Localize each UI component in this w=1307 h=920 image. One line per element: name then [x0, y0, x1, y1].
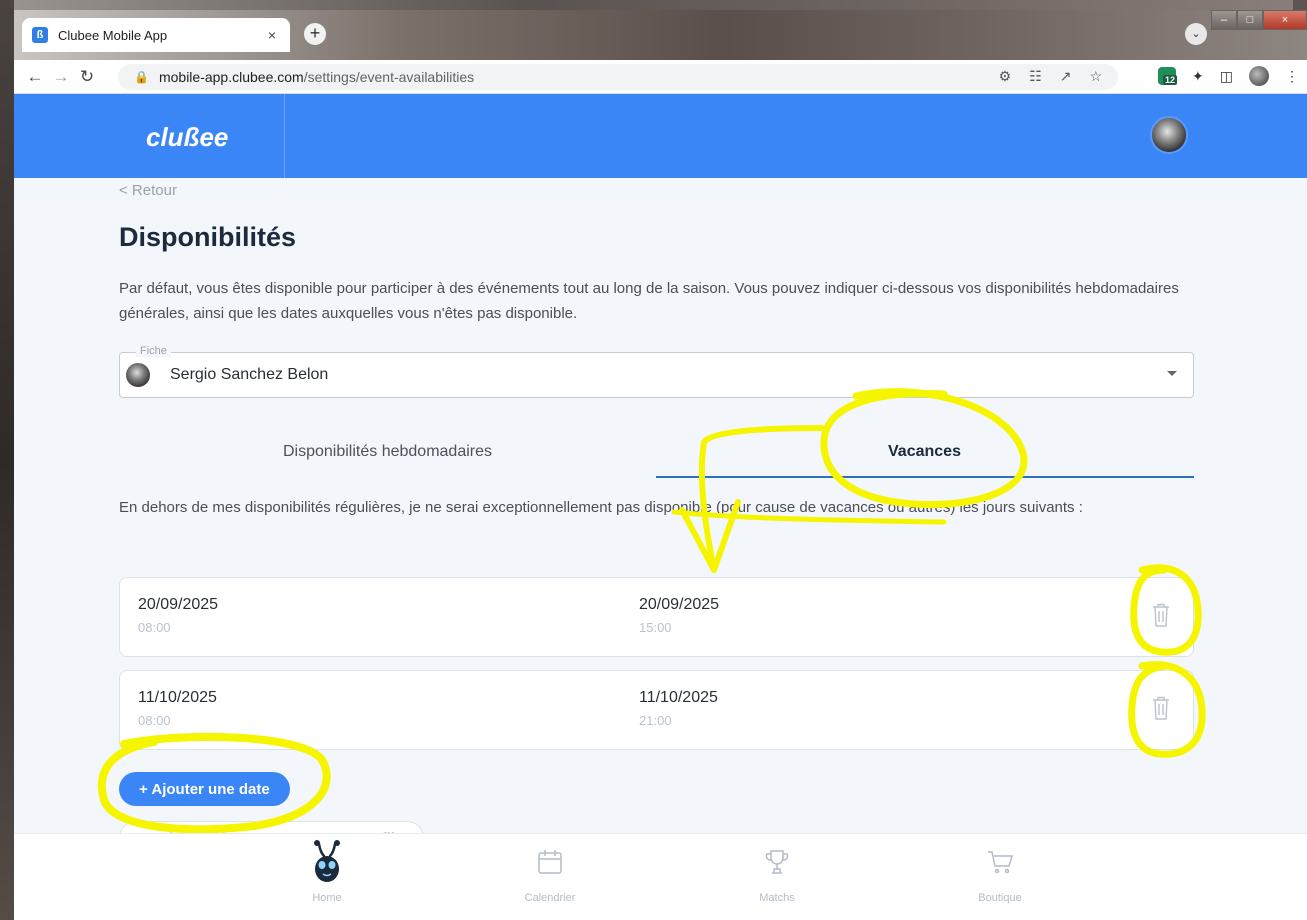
main-content: < Retour Disponibilités Par défaut, vous…	[14, 178, 1307, 834]
start-time: 08:00	[138, 713, 171, 728]
end-time: 15:00	[639, 620, 672, 635]
puzzle-extensions-icon[interactable]: ✦	[1192, 68, 1204, 85]
trash-icon[interactable]	[1151, 602, 1171, 628]
vacation-note: En dehors de mes disponibilités régulièr…	[119, 499, 1083, 516]
end-date: 20/09/2025	[639, 596, 720, 613]
menu-dots-icon[interactable]: ⋮	[1285, 68, 1299, 85]
bottom-navigation: Home Calendrier Matchs Boutique	[14, 833, 1307, 920]
start-time: 08:00	[138, 620, 171, 635]
address-bar[interactable]: 🔒 mobile-app.clubee.com/settings/event-a…	[118, 64, 1118, 90]
bookmark-star-icon[interactable]: ☆	[1089, 68, 1102, 85]
maximize-button[interactable]: □	[1237, 10, 1263, 30]
calendar-icon	[538, 850, 562, 874]
url-path: /settings/event-availabilities	[303, 69, 475, 85]
window-controls: – □ ×	[1211, 10, 1307, 32]
extensions-area: 12 ✦ ◫ ⋮	[1158, 66, 1299, 86]
forward-arrow-icon[interactable]: →	[48, 67, 74, 87]
profile-avatar	[126, 363, 150, 387]
page-title: Disponibilités	[119, 222, 297, 252]
header-divider	[284, 94, 285, 178]
nav-matches-label: Matchs	[759, 892, 795, 904]
nav-shop[interactable]: Boutique	[940, 840, 1060, 904]
profile-select-legend: Fiche	[136, 345, 171, 357]
end-time: 21:00	[639, 713, 672, 728]
app-header: clußee	[14, 94, 1307, 178]
unavailable-date-row: 11/10/2025 08:00 11/10/2025 21:00	[119, 670, 1194, 750]
user-avatar[interactable]	[1150, 116, 1188, 154]
trash-icon[interactable]	[1151, 695, 1171, 721]
nav-calendar-label: Calendrier	[524, 892, 576, 904]
omnibox-actions: ⚙ ☷ ↗ ☆	[999, 68, 1102, 85]
minimize-button[interactable]: –	[1211, 10, 1237, 30]
availability-tabs: Disponibilités hebdomadaires Vacances	[119, 426, 1194, 478]
share-icon[interactable]: ↗	[1060, 68, 1072, 85]
nav-calendar[interactable]: Calendrier	[490, 840, 610, 904]
nav-matches[interactable]: Matchs	[717, 840, 837, 904]
intro-text: Par défaut, vous êtes disponible pour pa…	[119, 280, 1179, 322]
bee-mascot-icon	[314, 840, 340, 882]
back-link[interactable]: < Retour	[119, 182, 177, 199]
active-tab-indicator	[656, 476, 1194, 478]
start-date: 20/09/2025	[138, 596, 219, 613]
url-host: mobile-app.clubee.com	[158, 69, 304, 85]
trophy-icon	[765, 850, 789, 874]
translate-icon[interactable]: ☷	[1029, 68, 1042, 85]
start-date: 11/10/2025	[138, 689, 217, 706]
browser-tab[interactable]: ß Clubee Mobile App ×	[22, 18, 290, 52]
extension-badge-count: 12	[1163, 75, 1178, 85]
caret-down-icon[interactable]	[1167, 371, 1177, 376]
extension-icon[interactable]: 12	[1158, 67, 1178, 85]
tab-close-icon[interactable]: ×	[264, 27, 280, 43]
close-window-button[interactable]: ×	[1263, 10, 1307, 30]
clubee-logo[interactable]: clußee	[146, 122, 228, 153]
tab-search-chevron-icon[interactable]: ⌄	[1185, 23, 1207, 45]
profile-select-value: Sergio Sanchez Belon	[170, 366, 329, 383]
back-arrow-icon[interactable]: ←	[22, 67, 48, 87]
tab-title: Clubee Mobile App	[58, 27, 168, 43]
reload-icon[interactable]: ↻	[74, 67, 100, 87]
end-date: 11/10/2025	[639, 689, 718, 706]
nav-shop-label: Boutique	[978, 892, 1022, 904]
new-tab-button[interactable]: +	[304, 23, 326, 45]
nav-home-label: Home	[312, 892, 342, 904]
tab-weekly-availabilities[interactable]: Disponibilités hebdomadaires	[119, 426, 656, 478]
nav-home[interactable]: Home	[267, 840, 387, 904]
key-icon[interactable]: ⚙	[999, 68, 1012, 85]
clubee-favicon-icon: ß	[32, 27, 48, 43]
tab-vacations[interactable]: Vacances	[656, 426, 1193, 478]
side-panel-icon[interactable]: ◫	[1220, 68, 1233, 85]
desktop-background-left	[0, 0, 14, 920]
add-date-button[interactable]: + Ajouter une date	[119, 772, 290, 806]
browser-toolbar: ← → ↻ 🔒 mobile-app.clubee.com/settings/e…	[14, 60, 1307, 94]
browser-window: ß Clubee Mobile App × + ⌄ – □ × ← → ↻ 🔒 …	[14, 10, 1307, 920]
cart-icon	[988, 851, 1014, 874]
lock-icon[interactable]: 🔒	[134, 70, 149, 84]
tab-strip: ß Clubee Mobile App × + ⌄ – □ ×	[14, 10, 1307, 60]
unavailable-date-row: 20/09/2025 08:00 20/09/2025 15:00	[119, 577, 1194, 657]
browser-profile-avatar[interactable]	[1249, 66, 1269, 86]
profile-select[interactable]: Fiche Sergio Sanchez Belon	[119, 345, 1194, 398]
